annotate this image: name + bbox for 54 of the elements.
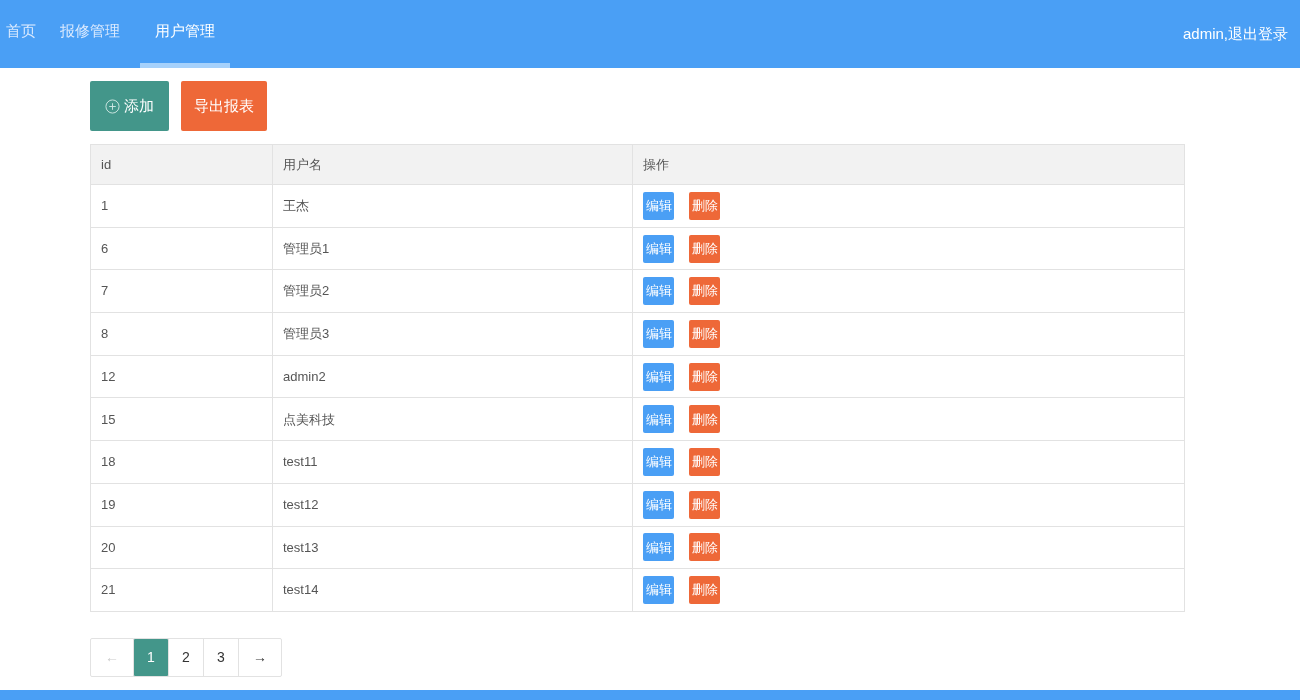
table-cell: 15 (90, 397, 273, 441)
next-page-button[interactable]: → (238, 637, 282, 677)
table-cell: 18 (90, 440, 273, 484)
edit-button[interactable]: 编辑 (643, 191, 674, 220)
delete-button[interactable]: 删除 (689, 533, 720, 562)
page-button[interactable]: 1 (133, 637, 169, 677)
delete-button[interactable]: 删除 (689, 191, 720, 220)
nav-tab[interactable]: 用户管理 (140, 0, 230, 68)
nav-tab[interactable]: 报修管理 (42, 0, 138, 68)
table-cell: 管理员3 (272, 312, 633, 356)
edit-button[interactable]: 编辑 (643, 277, 674, 306)
table-cell: 12 (90, 355, 273, 398)
export-button[interactable]: 导出报表 (181, 81, 267, 131)
table-cell: admin2 (272, 355, 633, 398)
logout-link[interactable]: admin,退出登录 (1182, 22, 1288, 46)
table-cell: 王杰 (272, 184, 633, 228)
column-header: 操作 (632, 144, 1185, 185)
edit-button[interactable]: 编辑 (643, 490, 674, 519)
edit-button[interactable]: 编辑 (643, 447, 674, 476)
delete-button[interactable]: 删除 (689, 277, 720, 306)
column-header: id (90, 144, 273, 185)
edit-button[interactable]: 编辑 (643, 319, 674, 348)
delete-button[interactable]: 删除 (689, 234, 720, 263)
delete-button[interactable]: 删除 (689, 405, 720, 434)
edit-button[interactable]: 编辑 (643, 533, 674, 562)
table-cell: 管理员1 (272, 227, 633, 270)
table-cell: 1 (90, 184, 273, 228)
delete-button[interactable]: 删除 (689, 447, 720, 476)
table-cell: 21 (90, 568, 273, 612)
delete-button[interactable]: 删除 (689, 490, 720, 519)
table-cell: 7 (90, 269, 273, 313)
table-cell: test12 (272, 483, 633, 526)
table-cell: 20 (90, 526, 273, 569)
table-cell: test13 (272, 526, 633, 569)
table-cell: 8 (90, 312, 273, 356)
page-button[interactable]: 2 (168, 637, 204, 677)
edit-button[interactable]: 编辑 (643, 405, 674, 434)
edit-button[interactable]: 编辑 (643, 234, 674, 263)
add-button[interactable]: 添加 (90, 81, 169, 131)
table-cell: 19 (90, 483, 273, 526)
delete-button[interactable]: 删除 (689, 319, 720, 348)
table-cell: test14 (272, 568, 633, 612)
delete-button[interactable]: 删除 (689, 362, 720, 391)
delete-button[interactable]: 删除 (689, 576, 720, 605)
plus-circle-icon (105, 98, 120, 114)
edit-button[interactable]: 编辑 (643, 576, 674, 605)
column-header: 用户名 (272, 144, 633, 185)
table-cell: test11 (272, 440, 633, 484)
page-button[interactable]: 3 (203, 637, 239, 677)
edit-button[interactable]: 编辑 (643, 362, 674, 391)
nav-tab[interactable]: 首页 (0, 0, 42, 68)
table-cell: 6 (90, 227, 273, 270)
table-cell: 管理员2 (272, 269, 633, 313)
table-cell: 点美科技 (272, 397, 633, 441)
